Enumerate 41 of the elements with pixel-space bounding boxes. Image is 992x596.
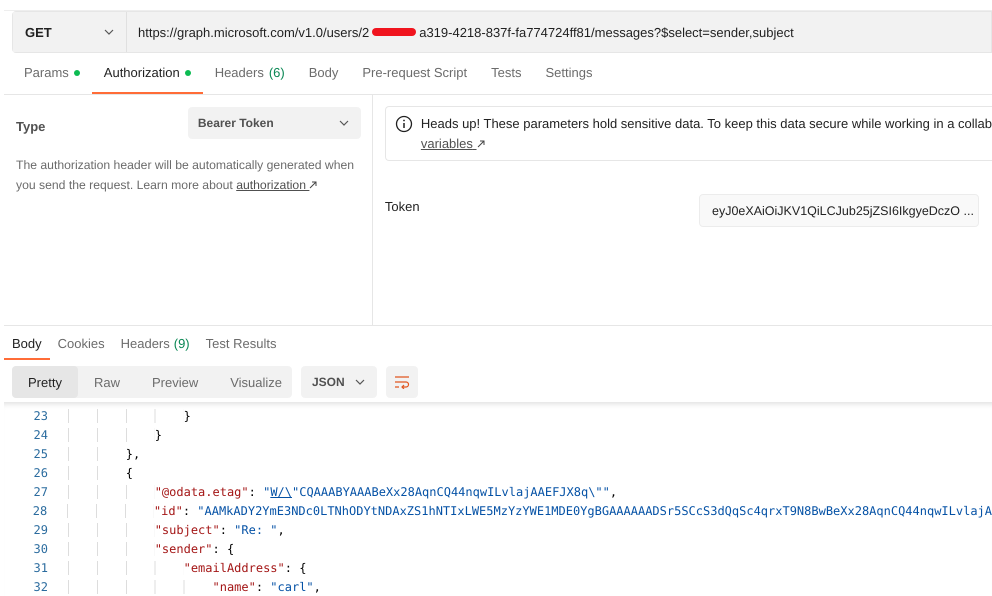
- wrap-lines-button[interactable]: [386, 366, 418, 398]
- line-number: 29: [32, 522, 49, 536]
- description-text: The authorization header will be automatically generated when you send the request. Learn more about authorization: [16, 157, 356, 194]
- request-tab[interactable]: Tests: [479, 53, 534, 94]
- external-link-icon: [476, 140, 485, 148]
- info-icon: [394, 115, 413, 133]
- line-number: 31: [32, 560, 49, 574]
- token-field[interactable]: eyJ0eXAiOiJKV1QiLCJub25jZSI6IkgyeDczO ...: [699, 194, 979, 227]
- request-tab[interactable]: Authorization: [92, 53, 203, 94]
- request-tab[interactable]: Params: [12, 53, 92, 94]
- request-tab[interactable]: Settings: [533, 53, 604, 94]
- wrap-lines-icon: [394, 375, 410, 389]
- request-tab[interactable]: Body: [296, 53, 350, 94]
- response-tab[interactable]: Headers (9): [112, 328, 198, 360]
- view-mode-tab[interactable]: Raw: [78, 366, 136, 398]
- format-dropdown[interactable]: JSON: [301, 366, 377, 398]
- view-mode-tab[interactable]: Pretty: [12, 366, 78, 398]
- line-number: 27: [32, 484, 49, 498]
- response-tab[interactable]: Body: [4, 328, 50, 360]
- auth-type-dropdown[interactable]: Bearer Token: [188, 107, 361, 139]
- view-mode-tab[interactable]: Visualize: [214, 366, 298, 398]
- line-number: 23: [32, 408, 49, 422]
- external-link-icon: [309, 181, 318, 189]
- line-number: 24: [32, 428, 49, 442]
- chevron-down-icon: [338, 120, 349, 126]
- variables-link[interactable]: variables: [420, 136, 485, 151]
- authorization-link[interactable]: authorization: [236, 178, 318, 192]
- request-tab[interactable]: Pre-request Script: [350, 53, 480, 94]
- chevron-down-icon: [355, 379, 365, 385]
- token-label: Token: [384, 199, 420, 214]
- line-number: 28: [32, 504, 48, 518]
- line-number: 25: [32, 446, 49, 460]
- type-label: Type: [16, 118, 46, 134]
- request-tab[interactable]: Headers (6): [202, 53, 297, 94]
- response-tab[interactable]: Cookies: [50, 328, 113, 360]
- line-number: 32: [32, 580, 49, 594]
- line-number: 26: [32, 466, 49, 480]
- notice-text: Heads up! These parameters hold sensitive data. To keep this data secure while working in a collab: [420, 116, 992, 131]
- line-number: 30: [32, 542, 49, 556]
- view-mode-tab[interactable]: Preview: [136, 366, 214, 398]
- response-tab[interactable]: Test Results: [198, 328, 284, 360]
